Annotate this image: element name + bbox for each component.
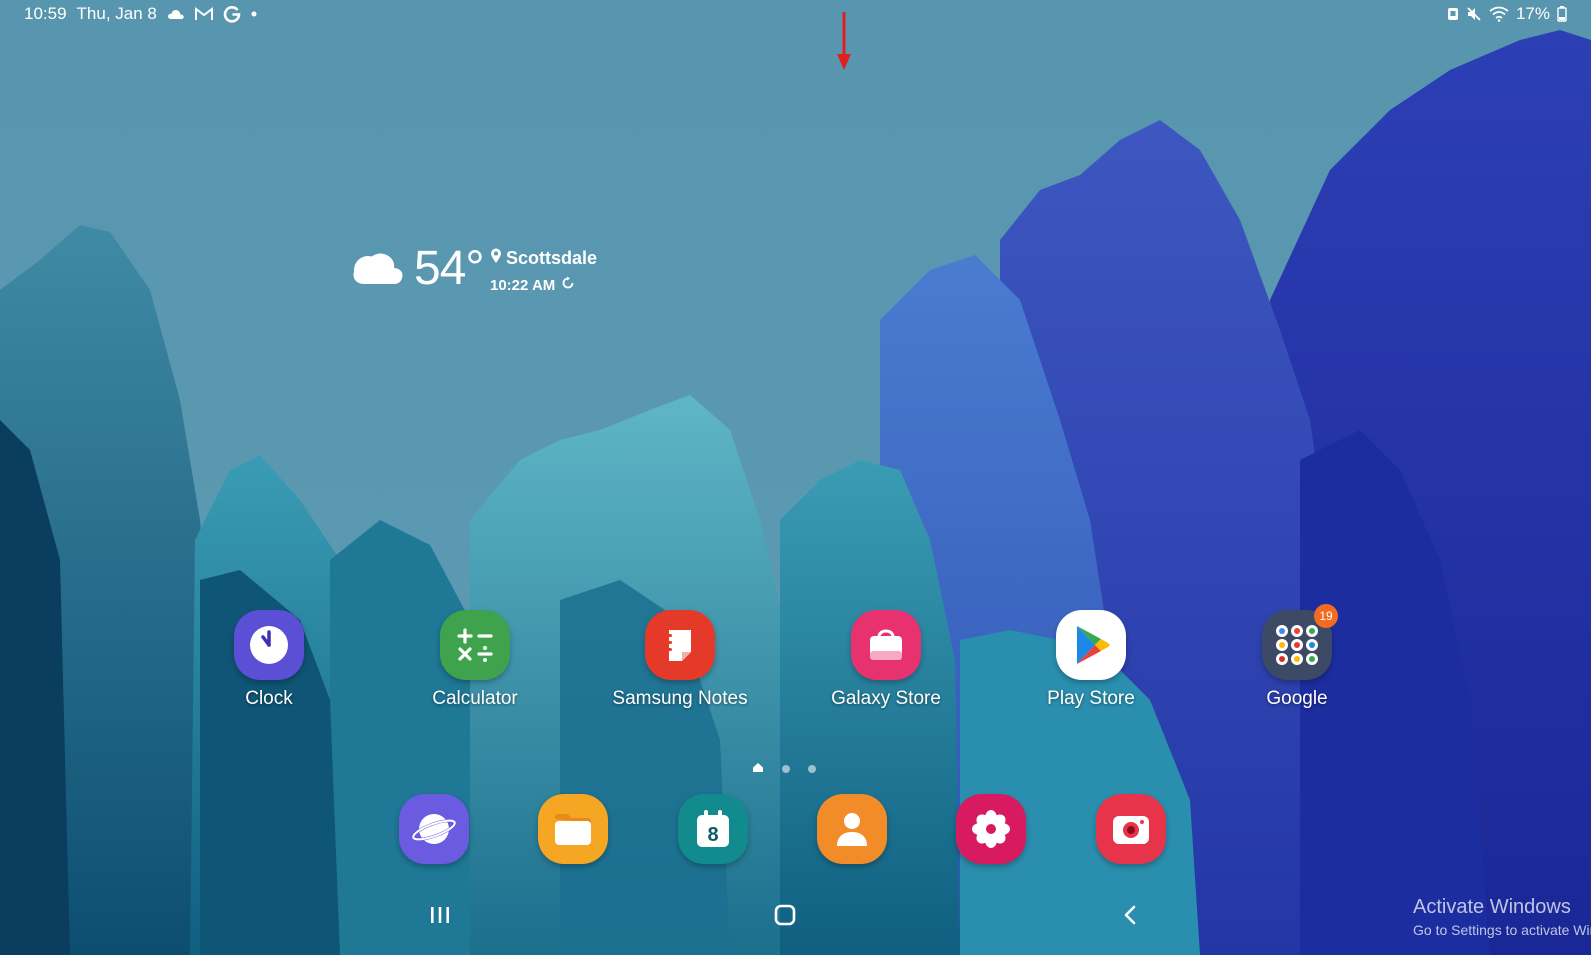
app-google-folder[interactable]: 19 Google (1222, 604, 1372, 710)
screenshot-icon (1447, 7, 1459, 21)
page-indicator[interactable] (752, 760, 816, 778)
back-icon (1124, 905, 1136, 925)
mute-icon (1466, 6, 1482, 22)
back-button[interactable] (1110, 900, 1150, 930)
weather-updated-time: 10:22 AM (490, 276, 556, 294)
watermark-title: Activate Windows (1413, 896, 1571, 918)
status-bar[interactable]: 10:59 Thu, Jan 8 17% (0, 0, 1591, 30)
app-galaxy-store[interactable]: Galaxy Store (811, 610, 961, 710)
camera-icon[interactable] (1096, 794, 1166, 864)
weather-cloud-icon (352, 250, 404, 291)
gmail-icon (194, 7, 213, 21)
watermark-subtitle: Go to Settings to activate Windows. (1413, 922, 1591, 938)
play-store-icon[interactable] (1056, 610, 1126, 680)
recents-icon (431, 907, 449, 923)
activate-windows-watermark: Activate Windows Go to Settings to activ… (1413, 896, 1591, 938)
app-label: Calculator (432, 688, 518, 709)
calendar-day-number: 8 (707, 824, 718, 846)
more-dot-icon (251, 11, 257, 17)
recents-button[interactable] (420, 900, 460, 930)
app-play-store[interactable]: Play Store (1016, 610, 1166, 710)
app-label: Galaxy Store (831, 688, 941, 709)
app-label: Clock (245, 688, 293, 709)
clock-icon[interactable] (234, 610, 304, 680)
galaxy-store-icon[interactable] (851, 610, 921, 680)
home-button[interactable] (765, 900, 805, 930)
internet-icon[interactable] (399, 794, 469, 864)
calculator-icon[interactable] (440, 610, 510, 680)
app-label: Play Store (1047, 688, 1135, 709)
wifi-icon (1489, 6, 1509, 22)
calendar-icon[interactable]: 8 (678, 794, 748, 864)
refresh-icon[interactable] (561, 276, 575, 294)
google-folder-icon[interactable]: 19 (1262, 604, 1338, 680)
status-time: 10:59 (24, 4, 67, 23)
cloud-icon (167, 8, 185, 20)
weather-temperature: 54° (414, 242, 485, 295)
google-g-icon (223, 5, 241, 23)
app-samsung-notes[interactable]: Samsung Notes (605, 610, 755, 710)
samsung-notes-icon[interactable] (645, 610, 715, 680)
gallery-icon[interactable] (956, 794, 1026, 864)
annotation-arrow-icon (837, 12, 851, 70)
status-date: Thu, Jan 8 (76, 4, 157, 23)
wallpaper (0, 0, 1591, 955)
app-label: Google (1266, 688, 1328, 709)
weather-location: Scottsdale (490, 248, 597, 269)
page-dot[interactable] (782, 765, 790, 773)
contacts-icon[interactable] (817, 794, 887, 864)
battery-icon (1557, 6, 1567, 22)
notification-badge: 19 (1314, 604, 1338, 628)
home-page-indicator-icon[interactable] (752, 760, 764, 778)
weather-updated: 10:22 AM (490, 276, 575, 294)
weather-city: Scottsdale (506, 248, 598, 268)
app-label: Samsung Notes (612, 688, 748, 709)
app-calculator[interactable]: Calculator (400, 610, 550, 710)
home-screen: 10:59 Thu, Jan 8 17% 54° Scottsdale 10:2… (0, 0, 1591, 955)
battery-percent: 17% (1515, 4, 1550, 23)
home-icon (774, 904, 796, 926)
location-pin-icon (490, 248, 502, 269)
app-clock[interactable]: Clock (194, 610, 344, 710)
my-files-icon[interactable] (538, 794, 608, 864)
page-dot[interactable] (808, 765, 816, 773)
